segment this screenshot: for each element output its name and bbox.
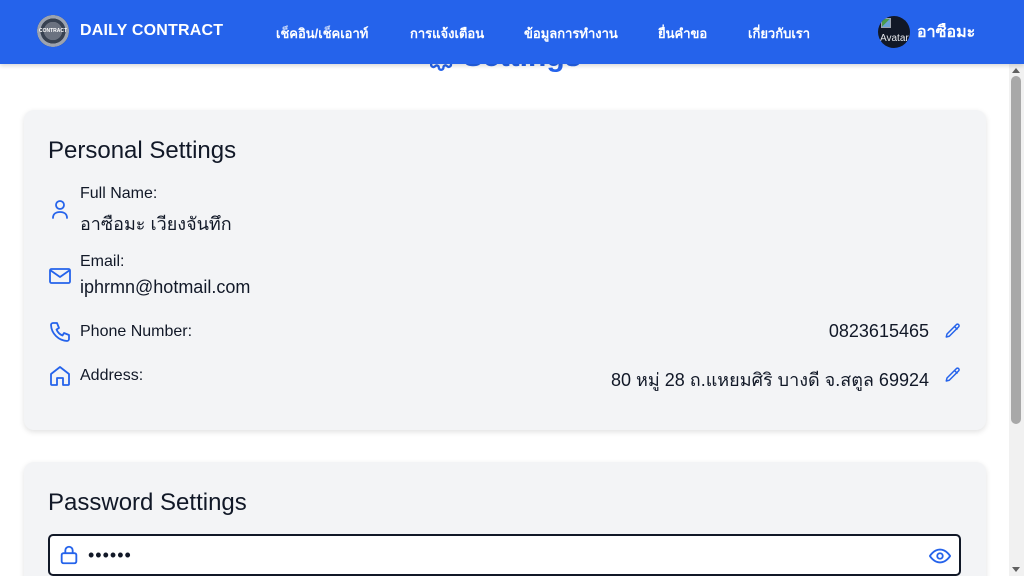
top-navbar: CONTRACT DAILY CONTRACT เช็คอิน/เช็คเอาท… [0,0,1024,64]
brand-name: DAILY CONTRACT [80,22,224,39]
scroll-down-arrow-icon[interactable] [1012,567,1020,572]
eye-icon[interactable] [929,545,951,567]
nav-link-checkin[interactable]: เช็คอิน/เช็คเอาท์ [276,23,368,44]
password-field[interactable] [48,534,961,576]
home-icon [50,366,70,386]
email-label: Email: [80,253,125,270]
mail-icon [49,268,71,284]
email-value: iphrmn@hotmail.com [80,277,251,297]
logo-text: CONTRACT [38,28,68,34]
logo: CONTRACT [37,15,69,47]
scroll-thumb[interactable] [1011,76,1021,424]
address-label: Address: [80,367,144,384]
personal-settings-title: Personal Settings [48,137,237,164]
phone-icon [50,322,70,342]
avatar-alt-text: Avatar [880,33,909,44]
edit-address-icon[interactable] [944,366,962,384]
brand[interactable]: CONTRACT DAILY CONTRACT [37,15,223,47]
full-name-label: Full Name: [80,185,158,202]
personal-settings-card: Personal Settings Full Name: อาซือมะ เวี… [24,110,986,430]
address-value: 80 หมู่ 28 ถ.แหยมศิริ บางดี จ.สตูล 69924 [611,370,929,390]
password-settings-title: Password Settings [48,489,247,516]
avatar: Avatar [878,16,910,48]
password-input[interactable] [88,542,908,568]
phone-label: Phone Number: [80,323,193,340]
nav-link-requests[interactable]: ยื่นคำขอ [658,23,707,44]
nav-link-notifications[interactable]: การแจ้งเตือน [410,23,484,44]
phone-value: 0823615465 [828,321,929,341]
broken-image-icon [881,18,891,28]
user-name: อาซือมะ [917,23,976,41]
nav-link-work-info[interactable]: ข้อมูลการทำงาน [524,23,618,44]
nav-link-about[interactable]: เกี่ยวกับเรา [748,23,810,44]
lock-icon [60,545,78,565]
full-name-value: อาซือมะ เวียงจันทึก [80,214,232,234]
user-icon [52,200,68,219]
page-scrollbar[interactable] [1009,64,1024,576]
edit-phone-icon[interactable] [944,322,962,340]
user-menu[interactable]: Avatar อาซือมะ [878,16,975,48]
scroll-up-arrow-icon[interactable] [1012,68,1020,73]
password-settings-card: Password Settings [24,462,986,576]
